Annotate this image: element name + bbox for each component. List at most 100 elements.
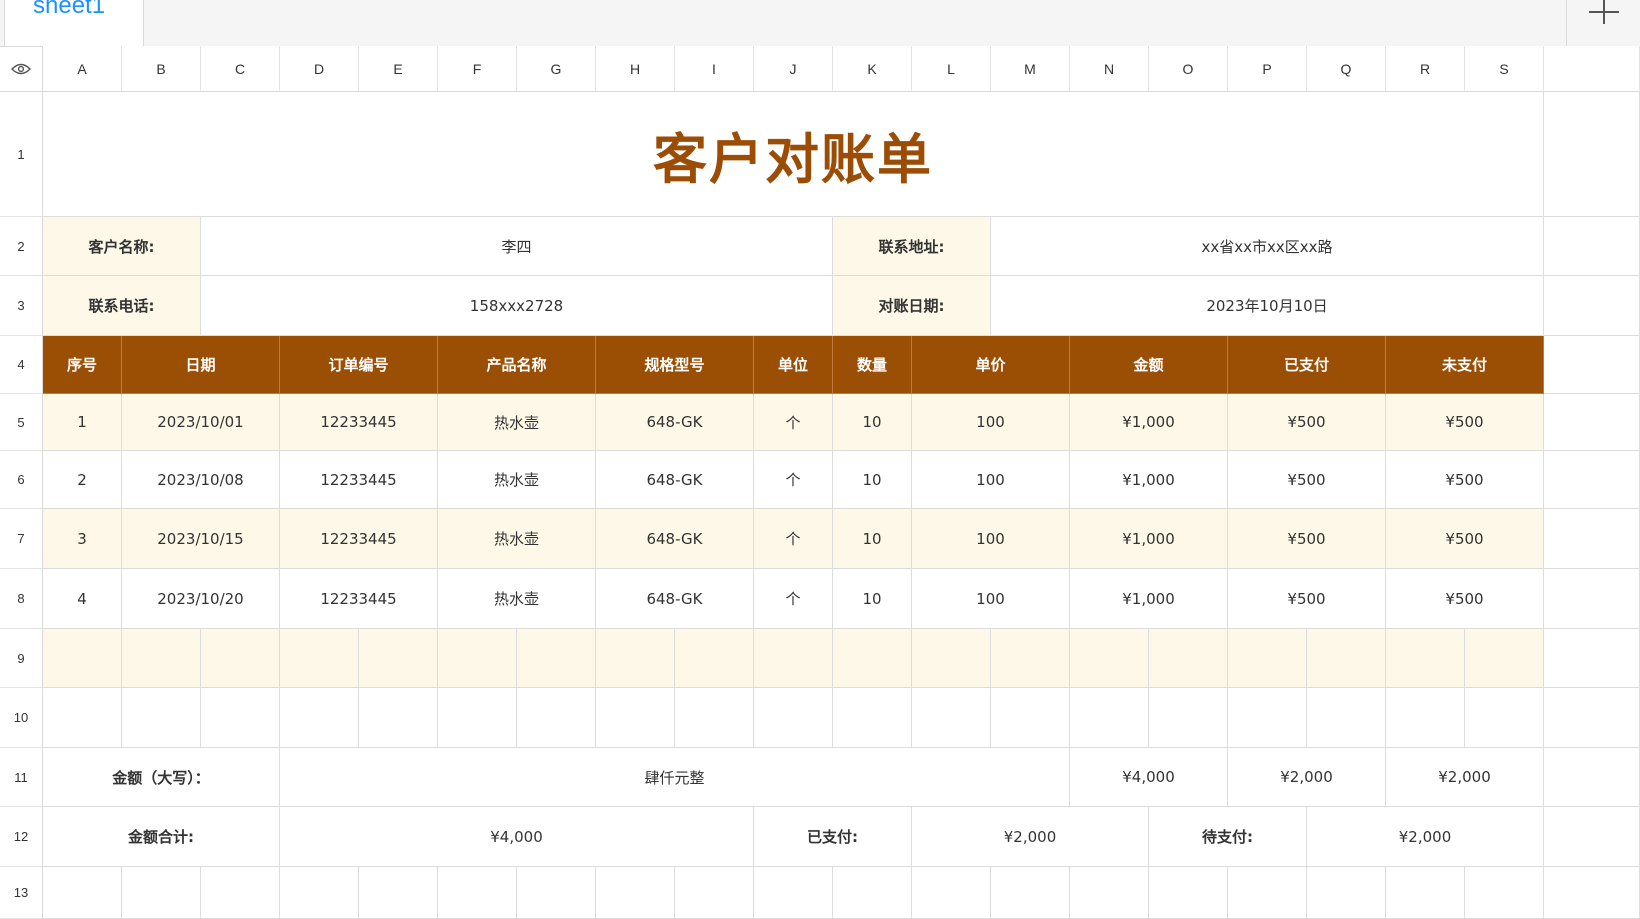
table-cell-quantity[interactable]: 10 [833, 569, 912, 629]
amount-words-label[interactable]: 金额（大写）： [43, 748, 280, 807]
cell-empty[interactable] [675, 629, 754, 688]
cell-empty[interactable] [517, 867, 596, 919]
statement-date-label[interactable]: 对账日期: [833, 276, 991, 336]
cell-empty[interactable] [596, 867, 675, 919]
sum-paid-value[interactable]: ¥2,000 [1228, 748, 1386, 807]
table-cell-quantity[interactable]: 10 [833, 509, 912, 569]
table-header-order-no[interactable]: 订单编号 [280, 336, 438, 394]
row-header-9[interactable]: 9 [0, 629, 43, 688]
cell-empty[interactable] [1307, 629, 1386, 688]
cell-empty[interactable] [122, 629, 201, 688]
pending-label[interactable]: 待支付: [1149, 807, 1307, 867]
cell-empty[interactable] [1544, 867, 1640, 919]
row-header-7[interactable]: 7 [0, 509, 43, 569]
cell-empty[interactable] [1228, 688, 1307, 748]
cell-empty[interactable] [754, 629, 833, 688]
table-cell-unit[interactable]: 个 [754, 394, 833, 451]
column-header-m[interactable]: M [991, 46, 1070, 92]
table-cell-unit-price[interactable]: 100 [912, 509, 1070, 569]
row-header-3[interactable]: 3 [0, 276, 43, 336]
customer-name-label[interactable]: 客户名称: [43, 217, 201, 276]
column-header-r[interactable]: R [1386, 46, 1465, 92]
column-header-f[interactable]: F [438, 46, 517, 92]
cell-empty[interactable] [1544, 688, 1640, 748]
cell-empty[interactable] [1228, 629, 1307, 688]
table-cell-amount[interactable]: ¥1,000 [1070, 451, 1228, 509]
table-header-unit-price[interactable]: 单价 [912, 336, 1070, 394]
cell-empty[interactable] [1465, 867, 1544, 919]
cell-empty[interactable] [201, 629, 280, 688]
table-header-unpaid[interactable]: 未支付 [1386, 336, 1544, 394]
row-header-13[interactable]: 13 [0, 867, 43, 919]
cell-empty[interactable] [833, 629, 912, 688]
statement-date-value[interactable]: 2023年10月10日 [991, 276, 1544, 336]
table-header-seq[interactable]: 序号 [43, 336, 122, 394]
cell-empty[interactable] [1544, 629, 1640, 688]
column-header-d[interactable]: D [280, 46, 359, 92]
sheet-title[interactable]: 客户对账单 [43, 92, 1544, 217]
cell-empty[interactable] [1544, 569, 1640, 629]
cell-empty[interactable] [43, 867, 122, 919]
table-header-unit[interactable]: 单位 [754, 336, 833, 394]
cell-empty[interactable] [833, 688, 912, 748]
cell-empty[interactable] [201, 867, 280, 919]
table-cell-spec-model[interactable]: 648-GK [596, 569, 754, 629]
row-header-11[interactable]: 11 [0, 748, 43, 807]
paid-label[interactable]: 已支付: [754, 807, 912, 867]
customer-name-value[interactable]: 李四 [201, 217, 833, 276]
cell-empty[interactable] [1544, 807, 1640, 867]
cell-empty[interactable] [596, 629, 675, 688]
cell-empty[interactable] [1465, 629, 1544, 688]
cell-empty[interactable] [201, 688, 280, 748]
column-header-b[interactable]: B [122, 46, 201, 92]
cell-empty[interactable] [754, 688, 833, 748]
cell-empty[interactable] [596, 688, 675, 748]
cell-empty[interactable] [1544, 276, 1640, 336]
cell-empty[interactable] [991, 688, 1070, 748]
table-cell-paid[interactable]: ¥500 [1228, 569, 1386, 629]
table-header-product-name[interactable]: 产品名称 [438, 336, 596, 394]
cell-empty[interactable] [833, 867, 912, 919]
pending-value[interactable]: ¥2,000 [1307, 807, 1544, 867]
table-cell-spec-model[interactable]: 648-GK [596, 509, 754, 569]
table-header-quantity[interactable]: 数量 [833, 336, 912, 394]
cell-empty[interactable] [991, 629, 1070, 688]
table-cell-paid[interactable]: ¥500 [1228, 394, 1386, 451]
cell-empty[interactable] [754, 867, 833, 919]
column-header-s[interactable]: S [1465, 46, 1544, 92]
table-cell-quantity[interactable]: 10 [833, 394, 912, 451]
cell-empty[interactable] [280, 688, 359, 748]
cell-empty[interactable] [359, 867, 438, 919]
address-value[interactable]: xx省xx市xx区xx路 [991, 217, 1544, 276]
cell-empty[interactable] [517, 688, 596, 748]
row-header-4[interactable]: 4 [0, 336, 43, 394]
table-cell-unpaid[interactable]: ¥500 [1386, 451, 1544, 509]
cell-empty[interactable] [43, 629, 122, 688]
cell-empty[interactable] [1228, 867, 1307, 919]
cell-empty[interactable] [1544, 394, 1640, 451]
cell-empty[interactable] [1386, 688, 1465, 748]
cell-empty[interactable] [280, 867, 359, 919]
table-cell-amount[interactable]: ¥1,000 [1070, 569, 1228, 629]
table-cell-unit-price[interactable]: 100 [912, 569, 1070, 629]
cell-empty[interactable] [1070, 629, 1149, 688]
cell-empty[interactable] [438, 688, 517, 748]
column-header-p[interactable]: P [1228, 46, 1307, 92]
table-cell-unit[interactable]: 个 [754, 509, 833, 569]
cell-empty[interactable] [438, 867, 517, 919]
cell-empty[interactable] [1544, 217, 1640, 276]
row-header-5[interactable]: 5 [0, 394, 43, 451]
column-header-o[interactable]: O [1149, 46, 1228, 92]
table-cell-unit[interactable]: 个 [754, 451, 833, 509]
cell-empty[interactable] [912, 688, 991, 748]
table-cell-date[interactable]: 2023/10/15 [122, 509, 280, 569]
column-header-e[interactable]: E [359, 46, 438, 92]
table-cell-date[interactable]: 2023/10/08 [122, 451, 280, 509]
add-sheet-button[interactable] [1566, 0, 1640, 46]
cell-empty[interactable] [1544, 336, 1640, 394]
row-header-10[interactable]: 10 [0, 688, 43, 748]
table-cell-product-name[interactable]: 热水壶 [438, 509, 596, 569]
cell-empty[interactable] [1149, 688, 1228, 748]
cell-empty[interactable] [1386, 867, 1465, 919]
column-header-q[interactable]: Q [1307, 46, 1386, 92]
